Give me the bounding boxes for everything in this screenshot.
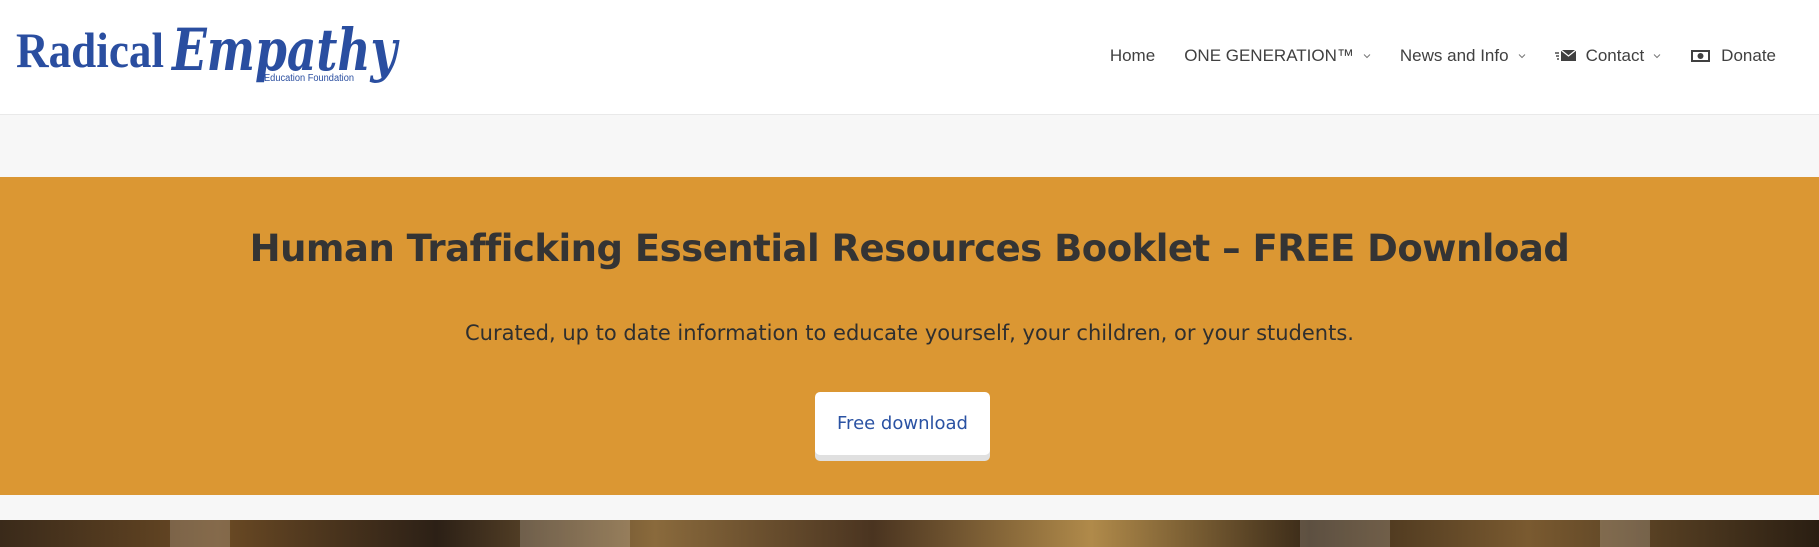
nav-item-home[interactable]: Home — [1110, 46, 1155, 66]
chevron-down-icon — [1518, 54, 1525, 59]
free-download-button[interactable]: Free download — [815, 392, 990, 455]
spacer-band — [0, 116, 1819, 177]
site-header: Radical Empathy Education Foundation Hom… — [0, 0, 1819, 115]
nav-item-one-generation[interactable]: ONE GENERATION™ — [1184, 46, 1371, 66]
envelope-icon — [1554, 49, 1576, 61]
photo-detail — [520, 520, 630, 547]
photo-detail — [170, 520, 230, 547]
nav-label: Home — [1109, 46, 1156, 65]
download-banner: Human Trafficking Essential Resources Bo… — [0, 177, 1819, 495]
logo-tagline: Education Foundation — [264, 73, 354, 84]
photo-detail — [1300, 520, 1390, 547]
nav-label: Contact — [1585, 46, 1645, 65]
logo-text-radical: Radical — [16, 22, 164, 78]
nav-item-donate[interactable]: Donate — [1690, 46, 1776, 66]
banner-title: Human Trafficking Essential Resources Bo… — [249, 227, 1570, 270]
nav-item-news-and-info[interactable]: News and Info — [1400, 46, 1526, 66]
nav-label: News and Info — [1399, 46, 1509, 65]
spacer-band — [0, 495, 1819, 520]
money-icon — [1691, 50, 1711, 62]
chevron-down-icon — [1653, 54, 1661, 59]
nav-label: Donate — [1721, 46, 1776, 65]
hero-photo — [0, 520, 1819, 547]
main-nav: Home ONE GENERATION™ News and Info Conta… — [1110, 44, 1776, 68]
chevron-down-icon — [1363, 54, 1371, 59]
nav-item-contact[interactable]: Contact — [1554, 46, 1662, 66]
banner-subtitle: Curated, up to date information to educa… — [465, 321, 1354, 345]
radical-empathy-logo-icon: Radical Empathy Education Foundation — [16, 16, 400, 84]
site-logo[interactable]: Radical Empathy Education Foundation — [16, 14, 401, 90]
photo-detail — [1600, 520, 1650, 547]
nav-label: ONE GENERATION™ — [1184, 46, 1354, 65]
